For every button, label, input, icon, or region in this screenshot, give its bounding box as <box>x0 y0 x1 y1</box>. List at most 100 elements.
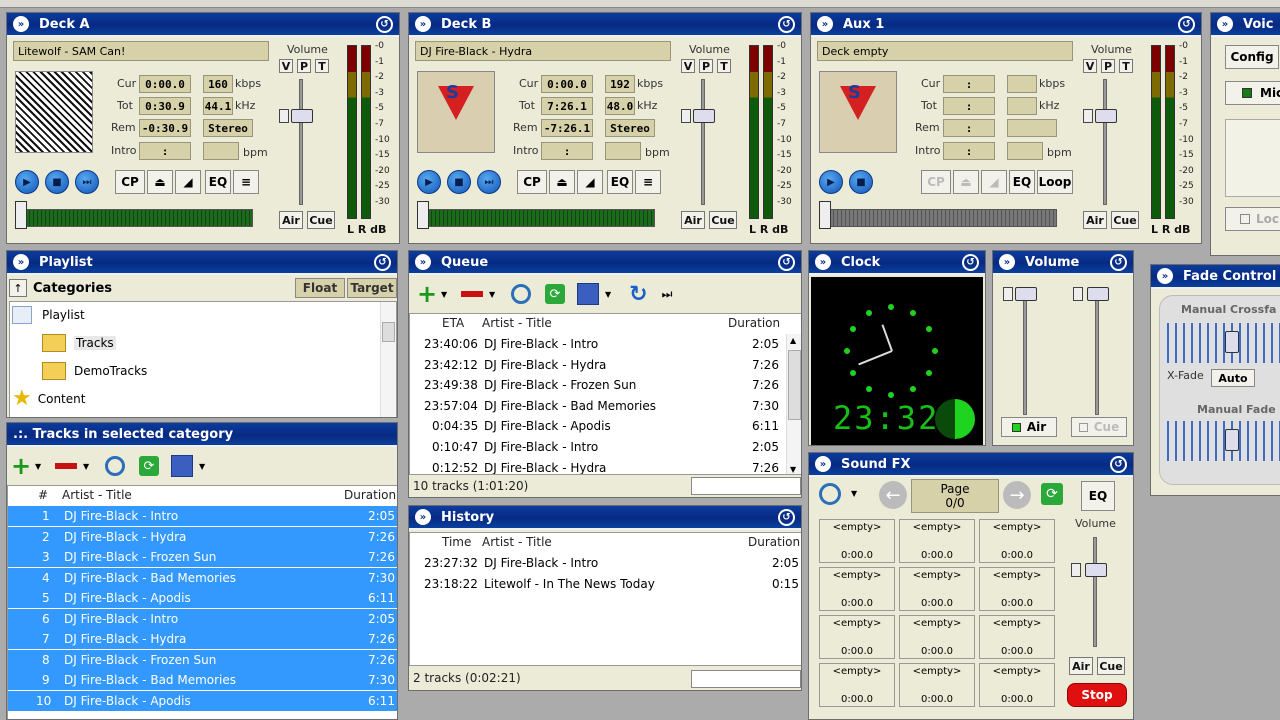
refresh-icon[interactable]: ⟳ <box>139 456 159 476</box>
queue-restore-icon[interactable]: ↺ <box>778 254 795 271</box>
cp-button[interactable]: CP <box>921 170 951 194</box>
mic-button[interactable]: Mic <box>1225 81 1280 105</box>
volume-cue-button[interactable]: Cue <box>1071 417 1127 437</box>
table-row[interactable]: 2 DJ Fire-Black - Hydra 7:26 <box>8 526 397 547</box>
add-icon[interactable]: + <box>11 452 35 480</box>
target-button[interactable]: Target <box>347 278 397 298</box>
table-row[interactable]: 23:40:06 DJ Fire-Black - Intro 2:05 <box>410 334 786 354</box>
save-dropdown-icon[interactable]: ▼ <box>605 290 611 299</box>
volume-left-square[interactable] <box>1003 287 1013 301</box>
eject-icon[interactable]: ⏏ <box>953 170 979 194</box>
refresh-icon[interactable]: ⟳ <box>1041 483 1063 505</box>
position-seekbar[interactable] <box>825 209 1057 227</box>
stop-icon[interactable]: ■ <box>45 170 69 194</box>
remove-icon[interactable] <box>55 463 77 469</box>
clock-restore-icon[interactable]: ↺ <box>962 254 979 271</box>
table-row[interactable]: 0:12:52 DJ Fire-Black - Hydra 7:26 <box>410 458 786 474</box>
playlist-menu-icon[interactable]: » <box>13 254 29 270</box>
cp-button[interactable]: CP <box>115 170 145 194</box>
scroll-up-icon[interactable]: ▲ <box>790 336 796 345</box>
sfx-slot[interactable]: <empty> 0:00.0 <box>819 663 895 707</box>
cp-button[interactable]: CP <box>517 170 547 194</box>
queue-scroll-thumb[interactable] <box>788 350 801 420</box>
clock-menu-icon[interactable]: » <box>815 254 831 270</box>
p-button[interactable]: P <box>297 59 311 73</box>
sfx-slot[interactable]: <empty> 0:00.0 <box>899 663 975 707</box>
fade-slider[interactable] <box>1225 429 1239 451</box>
menu-lines-icon[interactable]: ≡ <box>635 170 661 194</box>
stop-button[interactable]: Stop <box>1067 683 1127 707</box>
fade-ramp-icon[interactable]: ◢ <box>981 170 1007 194</box>
deck-volume-square[interactable] <box>1083 109 1093 123</box>
tree-item-content[interactable]: ★ Content <box>12 388 85 410</box>
save-icon[interactable] <box>577 283 599 305</box>
soundfx-cue-button[interactable]: Cue <box>1097 657 1125 675</box>
col-duration-header[interactable]: Duration <box>344 488 396 502</box>
save-icon[interactable] <box>171 455 193 477</box>
stop-icon[interactable]: ■ <box>447 170 471 194</box>
sfx-slot[interactable]: <empty> 0:00.0 <box>979 663 1055 707</box>
sfx-slot[interactable]: <empty> 0:00.0 <box>979 567 1055 611</box>
table-row[interactable]: 0:04:35 DJ Fire-Black - Apodis 6:11 <box>410 416 786 436</box>
col-time-header[interactable]: Time <box>442 535 471 549</box>
t-button[interactable]: T <box>315 59 329 73</box>
soundfx-restore-icon[interactable]: ↺ <box>1110 456 1127 473</box>
soundfx-volume-slider[interactable] <box>1085 563 1107 577</box>
deck-menu-icon[interactable]: » <box>13 16 29 32</box>
menu-lines-icon[interactable]: ≡ <box>233 170 259 194</box>
add-dropdown-icon[interactable]: ▼ <box>441 290 455 299</box>
fade-ramp-icon[interactable]: ◢ <box>577 170 603 194</box>
add-icon[interactable]: + <box>417 280 441 308</box>
table-row[interactable]: 6 DJ Fire-Black - Intro 2:05 <box>8 608 397 629</box>
table-row[interactable]: 23:18:22 Litewolf - In The News Today 0:… <box>410 574 801 594</box>
eq-button[interactable]: EQ <box>205 170 231 194</box>
air-button[interactable]: Air <box>279 211 303 229</box>
table-row[interactable]: 3 DJ Fire-Black - Frozen Sun 7:26 <box>8 547 397 567</box>
sfx-slot[interactable]: <empty> 0:00.0 <box>819 519 895 563</box>
cue-button[interactable]: Cue <box>1111 211 1139 229</box>
cue-button[interactable]: Cue <box>307 211 335 229</box>
tree-item-tracks[interactable]: Tracks <box>42 334 116 352</box>
sfx-slot[interactable]: <empty> 0:00.0 <box>819 615 895 659</box>
tree-scroll-thumb[interactable] <box>382 322 395 342</box>
playlist-restore-icon[interactable]: ↺ <box>374 254 391 271</box>
volume-air-button[interactable]: Air <box>1001 417 1057 437</box>
table-row[interactable]: 23:49:38 DJ Fire-Black - Frozen Sun 7:26 <box>410 375 786 395</box>
col-title-header[interactable]: Artist - Title <box>62 488 132 502</box>
volume-restore-icon[interactable]: ↺ <box>1110 254 1127 271</box>
redo-icon[interactable]: ↻ <box>629 282 647 307</box>
air-button[interactable]: Air <box>681 211 705 229</box>
deck-menu-icon[interactable]: » <box>817 16 833 32</box>
col-title-header[interactable]: Artist - Title <box>482 535 552 549</box>
play-icon[interactable]: ▶ <box>819 170 843 194</box>
deck-volume-slider[interactable] <box>291 109 313 123</box>
loop-button[interactable]: Loop <box>1037 170 1073 194</box>
sfx-slot[interactable]: <empty> 0:00.0 <box>979 615 1055 659</box>
seek-knob[interactable] <box>417 201 429 229</box>
table-row[interactable]: 10 DJ Fire-Black - Apodis 6:11 <box>8 690 397 711</box>
eject-icon[interactable]: ⏏ <box>147 170 173 194</box>
seek-knob[interactable] <box>819 201 831 229</box>
deck-volume-slider[interactable] <box>693 109 715 123</box>
soundfx-eq-button[interactable]: EQ <box>1081 481 1115 511</box>
col-eta-header[interactable]: ETA <box>442 316 464 330</box>
col-num-header[interactable]: # <box>38 488 48 502</box>
table-row[interactable]: 1 DJ Fire-Black - Intro 2:05 <box>8 506 397 526</box>
seek-knob[interactable] <box>15 201 27 229</box>
col-duration-header[interactable]: Duration <box>748 535 800 549</box>
soundfx-air-button[interactable]: Air <box>1069 657 1093 675</box>
p-button[interactable]: P <box>1101 59 1115 73</box>
queue-menu-icon[interactable]: » <box>415 254 431 270</box>
table-row[interactable]: 23:57:04 DJ Fire-Black - Bad Memories 7:… <box>410 396 786 416</box>
tree-item-demotracks[interactable]: DemoTracks <box>42 362 147 380</box>
next-track-icon[interactable]: ⏭ <box>477 170 501 194</box>
next-page-icon[interactable]: → <box>1003 481 1031 509</box>
remove-dropdown-icon[interactable]: ▼ <box>489 290 511 299</box>
tree-item-playlist[interactable]: Playlist <box>12 306 85 324</box>
history-restore-icon[interactable]: ↺ <box>778 509 795 526</box>
deck-volume-square[interactable] <box>681 109 691 123</box>
sfx-slot[interactable]: <empty> 0:00.0 <box>819 567 895 611</box>
remove-dropdown-icon[interactable]: ▼ <box>83 462 105 471</box>
table-row[interactable]: 5 DJ Fire-Black - Apodis 6:11 <box>8 588 397 608</box>
deck-volume-square[interactable] <box>279 109 289 123</box>
